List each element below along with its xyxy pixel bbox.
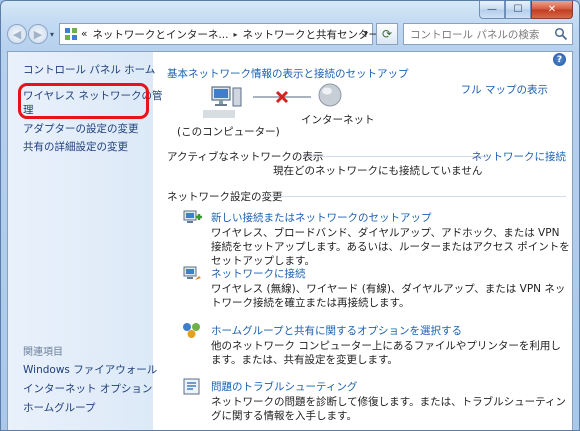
divider [263, 196, 566, 197]
computer-name-redacted [203, 110, 235, 118]
history-dropdown-icon[interactable]: ▾ [50, 30, 54, 39]
content-area: コントロール パネル ホーム ワイヤレス ネットワークの管 理 アダプターの設定… [7, 51, 573, 430]
caption-buttons: — ☐ ✕ [479, 1, 573, 19]
forward-button[interactable]: ▶ [28, 24, 48, 44]
full-map-link[interactable]: フル マップの表示 [461, 82, 548, 97]
breadcrumb-network-internet[interactable]: ネットワークとインターネ... [92, 27, 228, 42]
troubleshoot-icon [183, 378, 200, 395]
address-dropdown-icon[interactable]: ▾ [364, 29, 368, 38]
sidebar-adapter-settings[interactable]: アダプターの設定の変更 [23, 121, 139, 136]
task-homegroup-description: 他のネットワーク コンピューター上にあるファイルやプリンターを利用します。または… [211, 340, 561, 366]
search-icon[interactable] [554, 27, 568, 41]
breadcrumb-overflow[interactable]: « [81, 28, 87, 40]
close-button[interactable]: ✕ [531, 1, 573, 19]
breadcrumb-separator[interactable]: ▸ [233, 30, 237, 39]
network-connect-icon [183, 266, 201, 280]
refresh-icon: ⟳ [381, 27, 393, 41]
sidebar: コントロール パネル ホーム ワイヤレス ネットワークの管 理 アダプターの設定… [8, 52, 163, 430]
sidebar-internet-options[interactable]: インターネット オプション [23, 381, 152, 396]
sidebar-advanced-sharing[interactable]: 共有の詳細設定の変更 [23, 139, 128, 154]
no-network-text: 現在どのネットワークにも接続していません [273, 165, 483, 177]
task-setup-link[interactable]: 新しい接続またはネットワークのセットアップ [211, 210, 432, 225]
window-frame: — ☐ ✕ ◀ ▶ ▾ « ネットワークとインターネ... ▸ ネットワークと共… [0, 0, 580, 431]
basic-info-heading[interactable]: 基本ネットワーク情報の表示と接続のセットアップ [167, 66, 409, 81]
sidebar-homegroup[interactable]: ホームグループ [23, 400, 96, 415]
task-troubleshoot-description: ネットワークの問題を診断して修復します。または、トラブルシューティングに関する情… [211, 396, 567, 422]
main-pane: ? 基本ネットワーク情報の表示と接続のセットアップ フル マップの表示 (このコ… [153, 52, 572, 430]
network-center-icon [64, 26, 78, 42]
minimize-button[interactable]: — [479, 1, 505, 19]
task-connect-description: ワイヤレス (無線)、ワイヤード (有線)、ダイヤルアップ、または VPN ネッ… [211, 283, 566, 309]
computer-icon [211, 86, 242, 107]
address-bar[interactable]: « ネットワークとインターネ... ▸ ネットワークと共有センター ▾ [59, 23, 379, 45]
internet-globe-icon [318, 83, 342, 107]
task-homegroup-link[interactable]: ホームグループと共有に関するオプションを選択する [211, 323, 462, 338]
back-button[interactable]: ◀ [7, 24, 27, 44]
network-setup-icon [183, 210, 202, 223]
help-icon[interactable]: ? [553, 53, 566, 66]
task-troubleshoot-link[interactable]: 問題のトラブルシューティング [211, 379, 357, 394]
breadcrumb-network-sharing-center[interactable]: ネットワークと共有センター [242, 27, 379, 42]
internet-label: インターネット [301, 114, 375, 126]
task-setup-description: ワイヤレス、ブロードバンド、ダイヤルアップ、アドホック、または VPN 接続をセ… [211, 227, 570, 267]
search-placeholder: コントロール パネルの検索 [410, 28, 540, 41]
search-input[interactable]: コントロール パネルの検索 [403, 23, 573, 45]
maximize-button[interactable]: ☐ [505, 1, 531, 19]
navigation-bar: ◀ ▶ ▾ « ネットワークとインターネ... ▸ ネットワークと共有センター … [7, 23, 573, 47]
sidebar-windows-firewall[interactable]: Windows ファイアウォール [23, 362, 157, 377]
homegroup-icon [183, 323, 200, 338]
highlight-annotation [18, 83, 149, 119]
computer-label: (このコンピューター) [177, 126, 280, 138]
refresh-button[interactable]: ⟳ [376, 23, 398, 45]
active-networks-heading: アクティブなネットワークの表示 [167, 151, 324, 163]
related-heading: 関連項目 [23, 347, 63, 358]
disconnected-link-icon [253, 90, 311, 104]
divider [307, 156, 484, 157]
sidebar-control-panel-home[interactable]: コントロール パネル ホーム [23, 62, 155, 77]
connect-to-network-link[interactable]: ネットワークに接続 [472, 149, 567, 164]
task-connect-link[interactable]: ネットワークに接続 [211, 266, 306, 281]
